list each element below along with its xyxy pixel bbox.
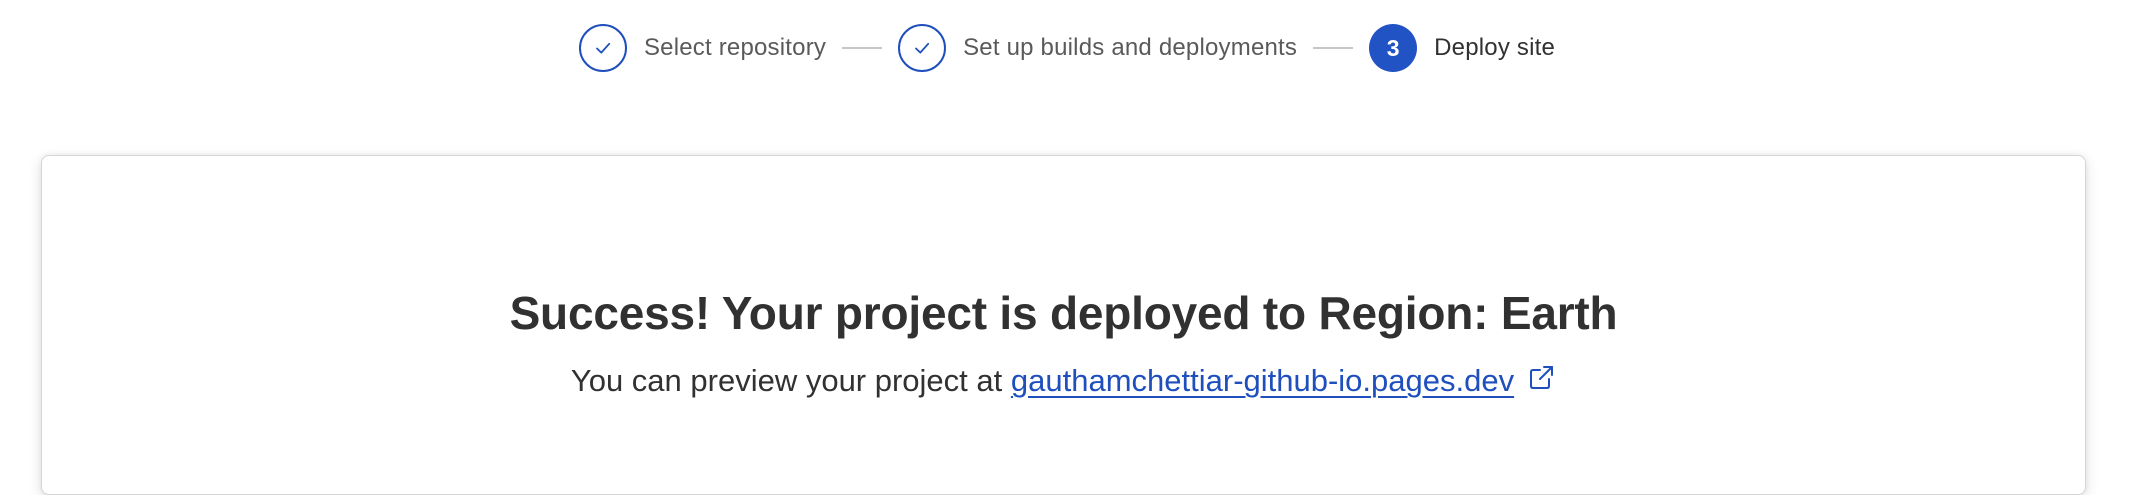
step-setup-builds: Set up builds and deployments (898, 24, 1297, 72)
step-number: 3 (1386, 34, 1400, 61)
step-current-circle: 3 (1369, 24, 1418, 72)
preview-text: You can preview your project at (570, 363, 1003, 398)
step-label: Select repository (643, 34, 827, 61)
preview-message: You can preview your project at gauthamc… (42, 363, 2085, 399)
step-completed-circle (898, 24, 947, 72)
success-headline: Success! Your project is deployed to Reg… (509, 287, 1618, 339)
progress-stepper: Select repository Set up builds and depl… (0, 22, 2134, 74)
step-label: Set up builds and deployments (963, 34, 1298, 61)
external-link-icon[interactable] (1526, 363, 1556, 393)
step-label: Deploy site (1434, 34, 1556, 61)
preview-link[interactable]: gauthamchettiar-github-io.pages.dev (1011, 363, 1514, 398)
step-connector (842, 47, 883, 49)
step-select-repository: Select repository (578, 24, 827, 72)
check-icon (592, 37, 614, 59)
step-deploy-site: 3 Deploy site (1369, 24, 1555, 72)
step-completed-circle (578, 24, 627, 72)
success-card: Success! Your project is deployed to Reg… (41, 155, 2086, 495)
check-icon (911, 37, 933, 59)
step-connector (1313, 47, 1354, 49)
